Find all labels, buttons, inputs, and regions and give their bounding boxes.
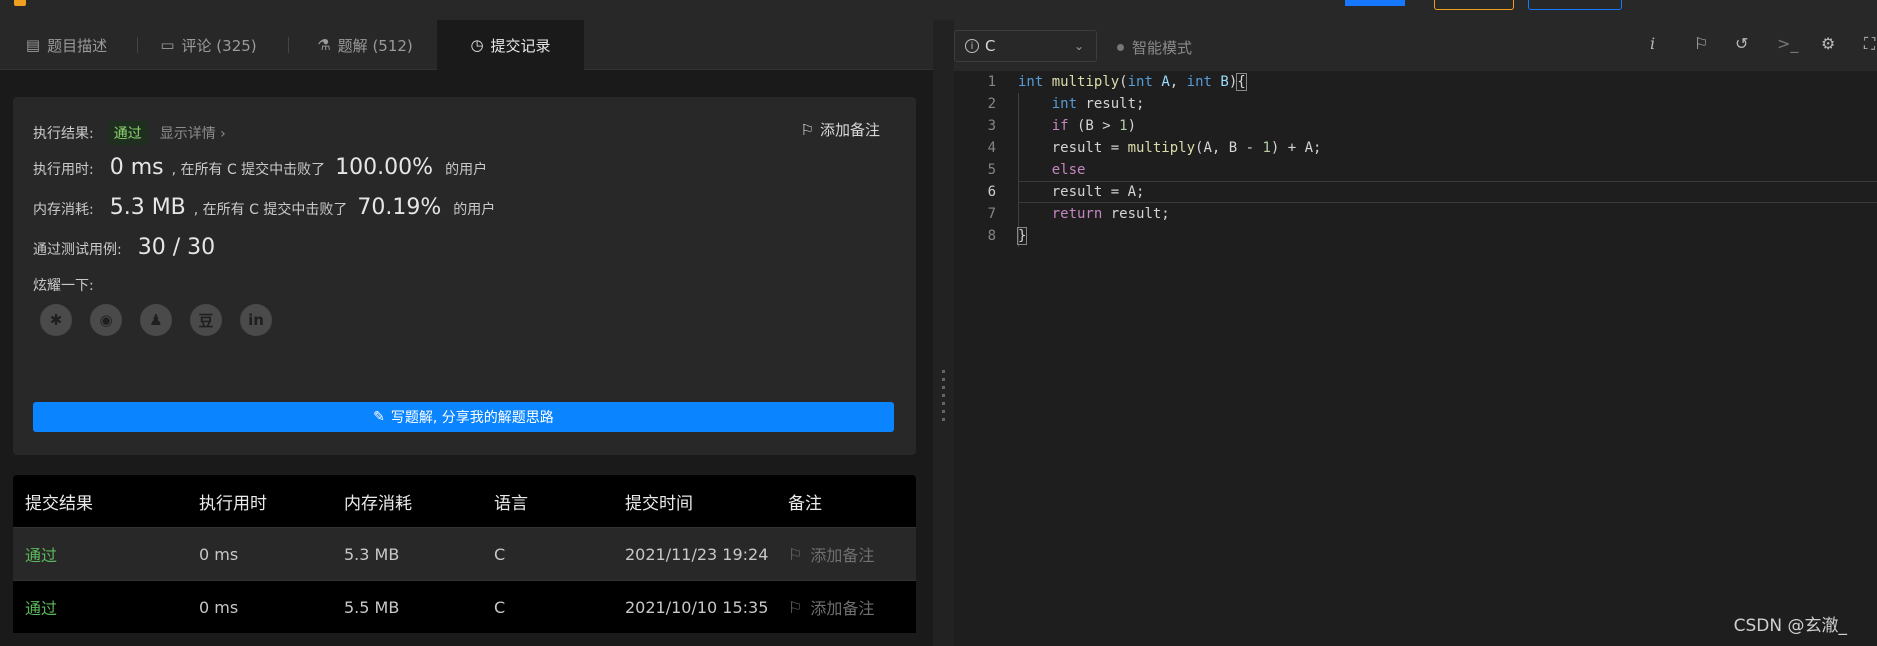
- tab-solutions[interactable]: ⚗ 题解 (512): [300, 20, 430, 70]
- table-header: 提交结果 执行用时 内存消耗 语言 提交时间 备注: [13, 475, 916, 527]
- pencil-icon: ✎: [373, 409, 385, 425]
- comment-icon: ▭: [160, 36, 175, 54]
- time-beat-percent: 100.00%: [335, 155, 434, 180]
- tab-bar: ▤ 题目描述 ▭ 评论 (325) ⚗ 题解 (512) ◷ 提交记录: [0, 20, 933, 70]
- status-badge: 通过: [107, 121, 148, 145]
- exec-result-row: 执行结果: 通过 显示详情 ›: [33, 121, 226, 145]
- memory-value: 5.3 MB: [109, 195, 186, 220]
- memory-row: 内存消耗: 5.3 MB , 在所有 C 提交中击败了 70.19% 的用户: [33, 195, 496, 220]
- share-icons: ✱ ◉ ♟ 豆 in: [40, 304, 272, 336]
- douban-icon[interactable]: 豆: [190, 304, 222, 336]
- logo-icon[interactable]: [14, 0, 26, 6]
- clock-icon: ◷: [470, 36, 484, 54]
- table-row[interactable]: 通过 0 ms 5.5 MB C 2021/10/10 15:35 ⚐ 添加备注: [13, 580, 916, 633]
- code-line: 2 int result;: [987, 96, 1145, 112]
- description-icon: ▤: [25, 36, 41, 54]
- fullscreen-icon[interactable]: ⛶: [1864, 34, 1875, 54]
- code-line: 6 result = A;: [987, 184, 1145, 200]
- tab-submissions[interactable]: ◷ 提交记录: [437, 20, 584, 70]
- tests-row: 通过测试用例: 30 / 30: [33, 235, 216, 260]
- nav-button-blue[interactable]: [1528, 0, 1622, 10]
- nav-highlight[interactable]: [1345, 0, 1405, 6]
- tab-divider: [137, 37, 138, 53]
- settings-icon[interactable]: ⚙: [1821, 34, 1835, 53]
- tests-value: 30 / 30: [137, 235, 216, 260]
- status-link[interactable]: 通过: [25, 542, 57, 566]
- time-row: 执行用时: 0 ms , 在所有 C 提交中击败了 100.00% 的用户: [33, 155, 488, 180]
- submissions-table: 提交结果 执行用时 内存消耗 语言 提交时间 备注 通过 0 ms 5.3 MB…: [13, 475, 916, 633]
- time-value: 0 ms: [109, 155, 164, 180]
- status-dot-icon: [1117, 44, 1124, 51]
- code-editor[interactable]: 1 int multiply(int A, int B){ 2 int resu…: [954, 71, 1877, 646]
- tab-description[interactable]: ▤ 题目描述: [0, 20, 133, 70]
- code-line: 5 else: [987, 162, 1086, 178]
- show-detail-link[interactable]: 显示详情 ›: [160, 123, 226, 143]
- code-line: 1 int multiply(int A, int B){: [987, 73, 1247, 91]
- panel-splitter[interactable]: [933, 20, 954, 646]
- editor-toolbar: i C ⌄ 智能模式 i ⚐ ↺ >_ ⚙ ⛶: [954, 20, 1877, 71]
- flask-icon: ⚗: [317, 36, 331, 54]
- code-line: 7 return result;: [987, 206, 1170, 222]
- nav-button-orange[interactable]: [1434, 0, 1514, 10]
- wechat-icon[interactable]: ✱: [40, 304, 72, 336]
- smart-mode-toggle[interactable]: 智能模式: [1117, 37, 1192, 58]
- editor-panel: i C ⌄ 智能模式 i ⚐ ↺ >_ ⚙ ⛶ 1 int multiply(i…: [954, 20, 1877, 646]
- watermark: CSDN @玄澈_: [1733, 616, 1847, 636]
- status-link[interactable]: 通过: [25, 595, 57, 619]
- flag-icon[interactable]: ⚐: [1694, 34, 1708, 53]
- row-add-note-button[interactable]: ⚐ 添加备注: [788, 542, 874, 566]
- flag-icon: ⚐: [800, 120, 814, 139]
- flag-icon: ⚐: [788, 597, 803, 617]
- tab-divider: [288, 37, 289, 53]
- weibo-icon[interactable]: ◉: [90, 304, 122, 336]
- write-solution-button[interactable]: ✎ 写题解, 分享我的解题思路: [33, 402, 894, 432]
- share-row: 炫耀一下:: [33, 278, 94, 294]
- qq-icon[interactable]: ♟: [140, 304, 172, 336]
- drag-handle-icon[interactable]: [942, 370, 945, 425]
- chevron-down-icon: ⌄: [1073, 39, 1084, 53]
- top-navbar: [0, 0, 1877, 20]
- code-line: 8 }: [987, 227, 1028, 245]
- language-select[interactable]: i C ⌄: [954, 30, 1097, 62]
- table-row[interactable]: 通过 0 ms 5.3 MB C 2021/11/23 19:24 ⚐ 添加备注: [13, 527, 916, 580]
- memory-beat-percent: 70.19%: [357, 195, 442, 220]
- add-note-button[interactable]: ⚐ 添加备注: [801, 119, 880, 140]
- terminal-icon[interactable]: >_: [1777, 34, 1798, 53]
- left-panel: ▤ 题目描述 ▭ 评论 (325) ⚗ 题解 (512) ◷ 提交记录 执行结果…: [0, 20, 933, 646]
- code-line: 4 result = multiply(A, B - 1) + A;: [987, 140, 1322, 156]
- flag-icon: ⚐: [788, 544, 803, 564]
- linkedin-icon[interactable]: in: [240, 304, 272, 336]
- info-italic-icon[interactable]: i: [1650, 34, 1655, 53]
- tab-comments[interactable]: ▭ 评论 (325): [140, 20, 277, 70]
- info-icon: i: [965, 39, 979, 53]
- reset-icon[interactable]: ↺: [1735, 34, 1748, 53]
- result-card: 执行结果: 通过 显示详情 › ⚐ 添加备注 执行用时: 0 ms , 在所有 …: [13, 97, 916, 455]
- code-line: 3 if (B > 1): [987, 118, 1137, 134]
- row-add-note-button[interactable]: ⚐ 添加备注: [788, 595, 874, 619]
